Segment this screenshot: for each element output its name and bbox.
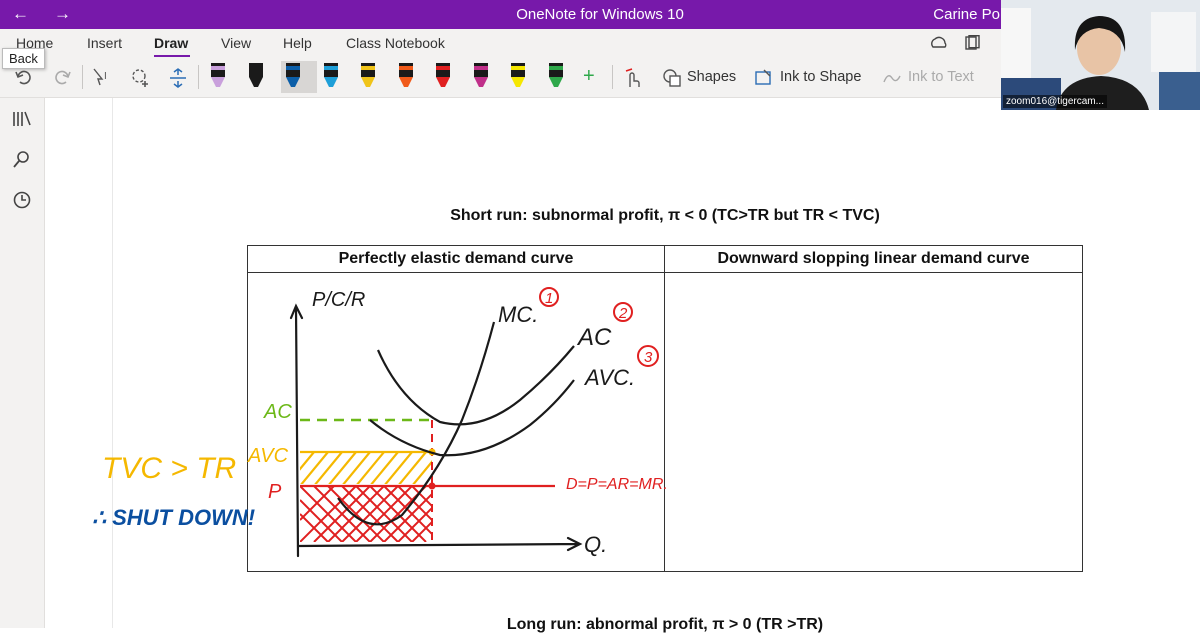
search-icon[interactable] [12,150,32,170]
insert-space-icon[interactable] [168,67,188,89]
pen-band [361,66,375,70]
pen-10-icon[interactable] [544,61,568,93]
pen-tip [436,77,450,87]
page-margin-line [112,98,113,628]
pen-8-icon[interactable] [469,61,493,93]
section-heading-short-run: Short run: subnormal profit, π < 0 (TC>T… [450,207,880,224]
recent-notes-icon[interactable] [12,190,32,210]
pen-band [211,66,225,70]
pen-1-icon[interactable] [206,61,230,93]
pen-9-icon[interactable] [506,61,530,93]
pen-band [436,66,450,70]
shapes-icon[interactable] [662,68,682,88]
pen-tip [548,77,563,87]
notebooks-icon[interactable] [12,110,32,128]
lasso-select-icon[interactable]: I [92,67,114,87]
pen-6-icon[interactable] [394,61,418,93]
undo-icon[interactable] [14,67,34,87]
pen-3-icon[interactable] [281,61,317,93]
add-pen-button[interactable]: + [583,65,595,88]
tab-help[interactable]: Help [283,35,312,51]
toolbar-separator [198,65,199,89]
pen-7-icon[interactable] [431,61,455,93]
table-header-downward: Downward slopping linear demand curve [664,245,1083,273]
pen-tip [286,77,300,87]
comparison-table: Perfectly elastic demand curve Downward … [247,245,1083,572]
ink-to-text-icon[interactable] [882,68,902,88]
pen-band [473,66,488,70]
pen-band [323,66,338,70]
video-thumbnail[interactable]: zoom016@tigercam... [1001,0,1200,110]
tab-draw[interactable]: Draw [154,35,188,51]
table-cell-elastic[interactable] [247,272,665,572]
pen-5-icon[interactable] [356,61,380,93]
touch-draw-icon[interactable] [622,67,642,89]
pen-tip [248,77,263,87]
ink-to-shape-button[interactable]: Ink to Shape [780,69,861,85]
left-sidebar [0,98,45,628]
shapes-button[interactable]: Shapes [687,69,736,85]
pen-tip [511,77,525,87]
tab-class-notebook[interactable]: Class Notebook [346,35,445,51]
table-header-elastic: Perfectly elastic demand curve [247,245,665,273]
redo-icon[interactable] [52,67,72,87]
user-name[interactable]: Carine Po [933,6,1000,23]
pen-tip [211,77,225,87]
pen-band [511,66,525,70]
pen-2-icon[interactable] [244,61,268,93]
toolbar-separator [612,65,613,89]
pen-tip [473,77,488,87]
pen-tip [398,77,413,87]
ink-to-shape-icon[interactable] [754,68,774,88]
pen-band [548,66,563,70]
back-tooltip: Back [2,48,45,69]
pen-4-icon[interactable] [319,61,343,93]
toolbar-separator [82,65,83,89]
tab-insert[interactable]: Insert [87,35,122,51]
pen-tip [361,77,375,87]
page-copy-icon[interactable] [964,35,980,51]
pen-tip [323,77,338,87]
pen-band [248,66,263,70]
svg-text:I: I [104,71,107,82]
section-heading-long-run: Long run: abnormal profit, π > 0 (TR >TR… [506,616,824,633]
add-space-icon[interactable] [130,67,152,89]
pen-band [286,66,300,70]
pen-band [398,66,413,70]
sync-icon[interactable] [930,35,948,51]
webcam-caption: zoom016@tigercam... [1003,95,1107,108]
webcam-video-image [1001,0,1200,110]
tab-view[interactable]: View [221,35,251,51]
table-cell-downward[interactable] [664,272,1083,572]
ink-to-text-button[interactable]: Ink to Text [908,69,974,85]
